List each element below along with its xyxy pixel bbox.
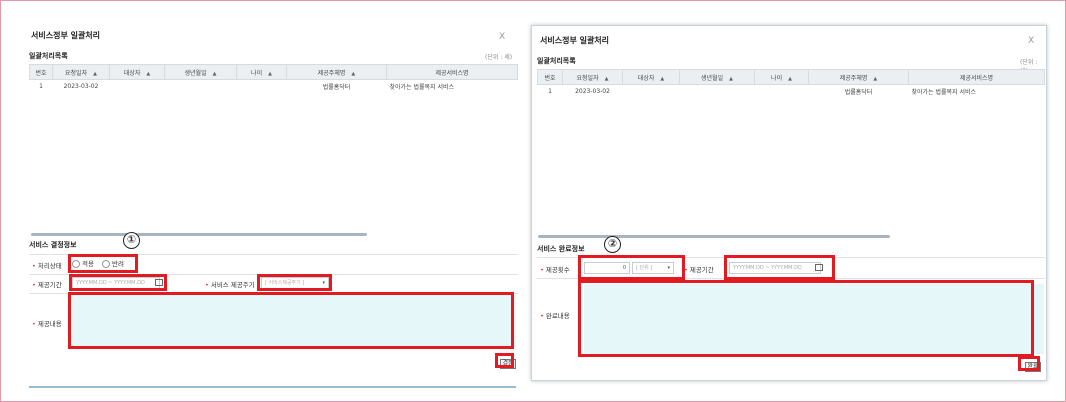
highlight-period <box>724 255 835 280</box>
column-header[interactable]: 제공주체명 ▲ <box>286 64 387 80</box>
dialog-title: 서비스정부 일괄처리 <box>540 36 610 45</box>
section-title: 서비스 완료정보 <box>537 245 585 253</box>
row-number: 1 <box>39 82 43 90</box>
period-label: • 제공기간 <box>684 266 714 274</box>
horizontal-scrollbar[interactable] <box>538 235 890 238</box>
table-header: 번호 요청일자 ▲ 대상자 ▲ 생년월일 ▲ 나이 ▲ 제공주체명 ▲ 제공서비스명 <box>29 64 518 80</box>
highlight-status <box>68 254 138 273</box>
column-header[interactable]: 제공주체명 ▲ <box>808 69 909 85</box>
sort-icon: ▲ <box>351 70 356 77</box>
age <box>755 85 809 98</box>
step-marker-2: ② <box>604 236 621 253</box>
batch-list-title: 일괄처리목록 <box>29 52 68 60</box>
column-header[interactable]: 번호 <box>537 69 563 85</box>
cycle-label: • 서비스 제공주기 <box>205 281 255 289</box>
highlight-count <box>578 255 685 280</box>
target-person <box>110 80 165 93</box>
sort-icon: ▲ <box>604 75 609 82</box>
request-date: 2023-03-02 <box>575 87 610 95</box>
dialog-bottom-border <box>29 386 516 388</box>
horizontal-scrollbar[interactable] <box>31 233 367 236</box>
column-header[interactable]: 제공서비스명 <box>386 64 518 80</box>
birth-date <box>680 85 755 98</box>
dialog-title: 서비스정부 일괄처리 <box>31 31 101 40</box>
table-header: 번호 요청일자 ▲ 대상자 ▲ 생년월일 ▲ 나이 ▲ 제공주체명 ▲ 제공서비스명 <box>537 69 1045 85</box>
provider-name: 법률홈닥터 <box>844 88 873 96</box>
batch-list-table: 번호 요청일자 ▲ 대상자 ▲ 생년월일 ▲ 나이 ▲ 제공주체명 ▲ 제공서비스명 1 … <box>29 64 518 93</box>
column-header[interactable]: 요청일자 ▲ <box>52 64 110 80</box>
column-header[interactable]: 나이 ▲ <box>754 69 809 85</box>
table-row[interactable]: 1 2023-03-02 법률홈닥터 찾아가는 법률복지 서비스 <box>538 85 1045 98</box>
highlight-content <box>68 292 514 349</box>
close-icon[interactable]: X <box>1028 36 1034 46</box>
column-header[interactable]: 나이 ▲ <box>236 64 287 80</box>
sort-icon: ▲ <box>212 70 217 77</box>
highlight-cycle <box>257 274 332 291</box>
provider-name: 법률홈닥터 <box>322 83 351 91</box>
highlight-confirm <box>495 353 514 368</box>
sort-icon: ▲ <box>788 75 792 82</box>
age <box>237 80 287 93</box>
batch-list-table: 번호 요청일자 ▲ 대상자 ▲ 생년월일 ▲ 나이 ▲ 제공주체명 ▲ 제공서비스명 1 … <box>537 69 1045 98</box>
unit-label: (단위 : 세) <box>485 54 513 61</box>
sort-icon: ▲ <box>729 75 733 82</box>
sort-icon: ▲ <box>146 70 151 77</box>
column-header[interactable]: 번호 <box>29 64 53 80</box>
count-label: • 제공횟수 <box>540 266 570 274</box>
step-marker-1: ① <box>123 232 140 249</box>
screenshot-frame: 서비스정부 일괄처리 X 일괄처리목록 (단위 : 세) 번호 요청일자 ▲ 대상… <box>0 0 1066 402</box>
content-label: • 제공내용 <box>32 320 62 328</box>
request-date: 2023-03-02 <box>63 82 99 90</box>
batch-list-title: 일괄처리목록 <box>537 57 576 65</box>
column-header[interactable]: 생년월일 ▲ <box>164 64 237 80</box>
sort-icon: ▲ <box>873 75 878 82</box>
column-header[interactable]: 요청일자 ▲ <box>562 69 623 85</box>
birth-date <box>165 80 237 93</box>
sort-icon: ▲ <box>268 70 272 77</box>
highlight-done <box>1018 356 1040 371</box>
period-label: • 제공기간 <box>32 281 62 289</box>
service-name: 찾아가는 법률복지 서비스 <box>911 88 977 96</box>
sort-icon: ▲ <box>93 70 97 77</box>
sort-icon: ▲ <box>660 75 665 82</box>
column-header[interactable]: 제공서비스명 <box>908 69 1045 85</box>
table-row[interactable]: 1 2023-03-02 법률홈닥터 찾아가는 법률복지 서비스 <box>30 80 518 93</box>
row-number: 1 <box>548 87 552 95</box>
target-person <box>623 85 680 98</box>
close-icon[interactable]: X <box>499 32 505 42</box>
section-title: 서비스 결정정보 <box>29 241 77 249</box>
column-header[interactable]: 생년월일 ▲ <box>679 69 755 85</box>
service-name: 찾아가는 법률복지 서비스 <box>389 83 455 91</box>
column-header[interactable]: 대상자 ▲ <box>622 69 680 85</box>
column-header[interactable]: 대상자 ▲ <box>109 64 165 80</box>
status-label: • 처리상태 <box>32 262 62 270</box>
content-label: • 완료내용 <box>540 312 570 320</box>
highlight-content <box>578 280 1034 357</box>
highlight-period <box>69 274 167 291</box>
